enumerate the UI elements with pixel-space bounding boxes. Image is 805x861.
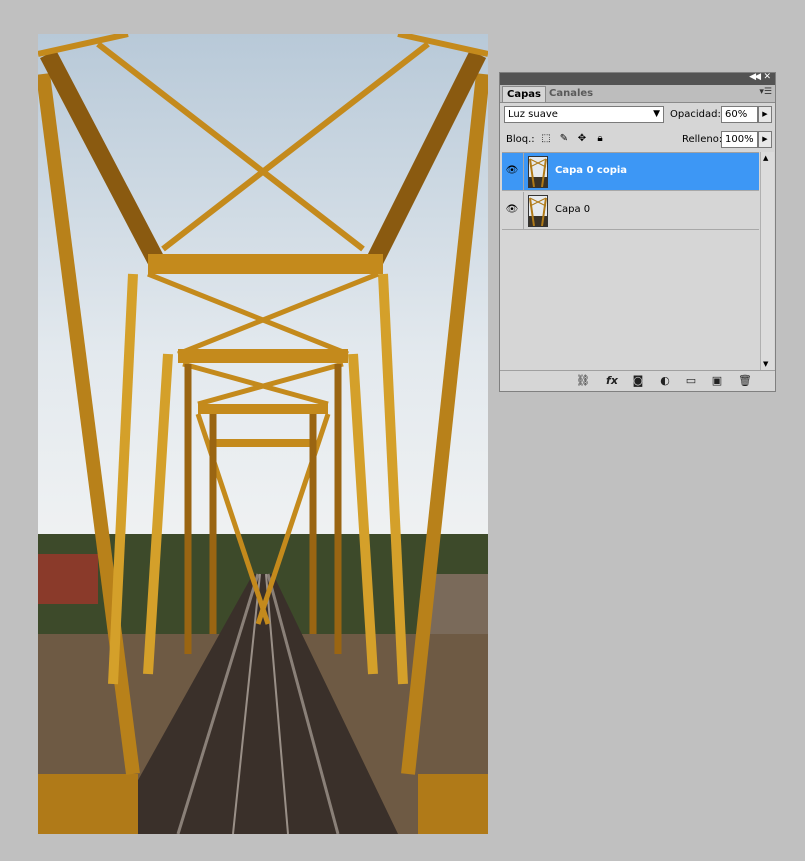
panel-titlebar: ◀◀ ✕ bbox=[500, 72, 775, 85]
delete-layer-icon[interactable]: 🗑︎ bbox=[738, 374, 752, 388]
fx-icon[interactable]: fx bbox=[602, 374, 622, 388]
collapse-icon[interactable]: ◀◀ bbox=[749, 72, 761, 82]
add-mask-icon[interactable]: ◙ bbox=[630, 374, 646, 388]
layer-thumbnail bbox=[528, 195, 548, 227]
layers-panel: ◀◀ ✕ Capas Canales ▾☰ Luz suave ▼ Opacid… bbox=[499, 72, 776, 392]
panel-tabs: Capas Canales ▾☰ bbox=[500, 85, 775, 103]
blend-mode-select[interactable]: Luz suave ▼ bbox=[504, 106, 664, 123]
layer-name[interactable]: Capa 0 bbox=[555, 204, 590, 215]
lock-pixels-icon[interactable]: ✎ bbox=[558, 133, 570, 145]
lock-transparency-icon[interactable]: ⬚ bbox=[540, 133, 552, 145]
adjustment-layer-icon[interactable]: ◐ bbox=[656, 374, 674, 388]
lock-all-icon[interactable]: 🔒︎ bbox=[594, 133, 606, 145]
canvas-photo bbox=[38, 34, 488, 834]
opacity-label: Opacidad: bbox=[670, 109, 721, 120]
layer-thumbnail bbox=[528, 156, 548, 188]
layers-list: 👁︎ Capa 0 copia 👁︎ Capa 0 bbox=[502, 152, 759, 371]
opacity-field[interactable]: 60% bbox=[721, 106, 758, 123]
scroll-down-icon[interactable]: ▼ bbox=[763, 360, 768, 368]
fill-label: Relleno: bbox=[682, 134, 723, 145]
fill-slider-arrow[interactable]: ▶ bbox=[758, 131, 772, 148]
blend-mode-value: Luz suave bbox=[508, 109, 558, 120]
new-layer-icon[interactable]: ▣ bbox=[710, 374, 724, 388]
close-icon[interactable]: ✕ bbox=[763, 72, 771, 82]
layer-name[interactable]: Capa 0 copia bbox=[555, 165, 627, 176]
panel-footer: ⛓ fx ◙ ◐ ▭ ▣ 🗑︎ bbox=[500, 370, 775, 391]
tab-capas[interactable]: Capas bbox=[502, 86, 546, 102]
panel-menu-icon[interactable]: ▾☰ bbox=[759, 87, 772, 97]
lock-position-icon[interactable]: ✥ bbox=[576, 133, 588, 145]
scroll-up-icon[interactable]: ▲ bbox=[763, 154, 768, 162]
blend-row: Luz suave ▼ Opacidad: 60% ▶ bbox=[504, 106, 772, 124]
lock-row: Bloq.: ⬚ ✎ ✥ 🔒︎ Relleno: 100% ▶ bbox=[504, 131, 772, 149]
new-group-icon[interactable]: ▭ bbox=[684, 374, 698, 388]
tab-canales[interactable]: Canales bbox=[545, 86, 597, 101]
chevron-down-icon: ▼ bbox=[653, 109, 660, 119]
opacity-slider-arrow[interactable]: ▶ bbox=[758, 106, 772, 123]
fill-field[interactable]: 100% bbox=[721, 131, 758, 148]
lock-label: Bloq.: bbox=[506, 134, 535, 145]
visibility-eye-icon[interactable]: 👁︎ bbox=[505, 203, 519, 217]
visibility-eye-icon[interactable]: 👁︎ bbox=[505, 164, 519, 178]
layers-scrollbar[interactable]: ▲ ▼ bbox=[760, 152, 774, 370]
layer-row[interactable]: 👁︎ Capa 0 bbox=[502, 192, 759, 230]
link-layers-icon[interactable]: ⛓ bbox=[574, 374, 592, 388]
divider bbox=[523, 153, 524, 191]
layer-row[interactable]: 👁︎ Capa 0 copia bbox=[502, 153, 759, 191]
divider bbox=[523, 192, 524, 230]
